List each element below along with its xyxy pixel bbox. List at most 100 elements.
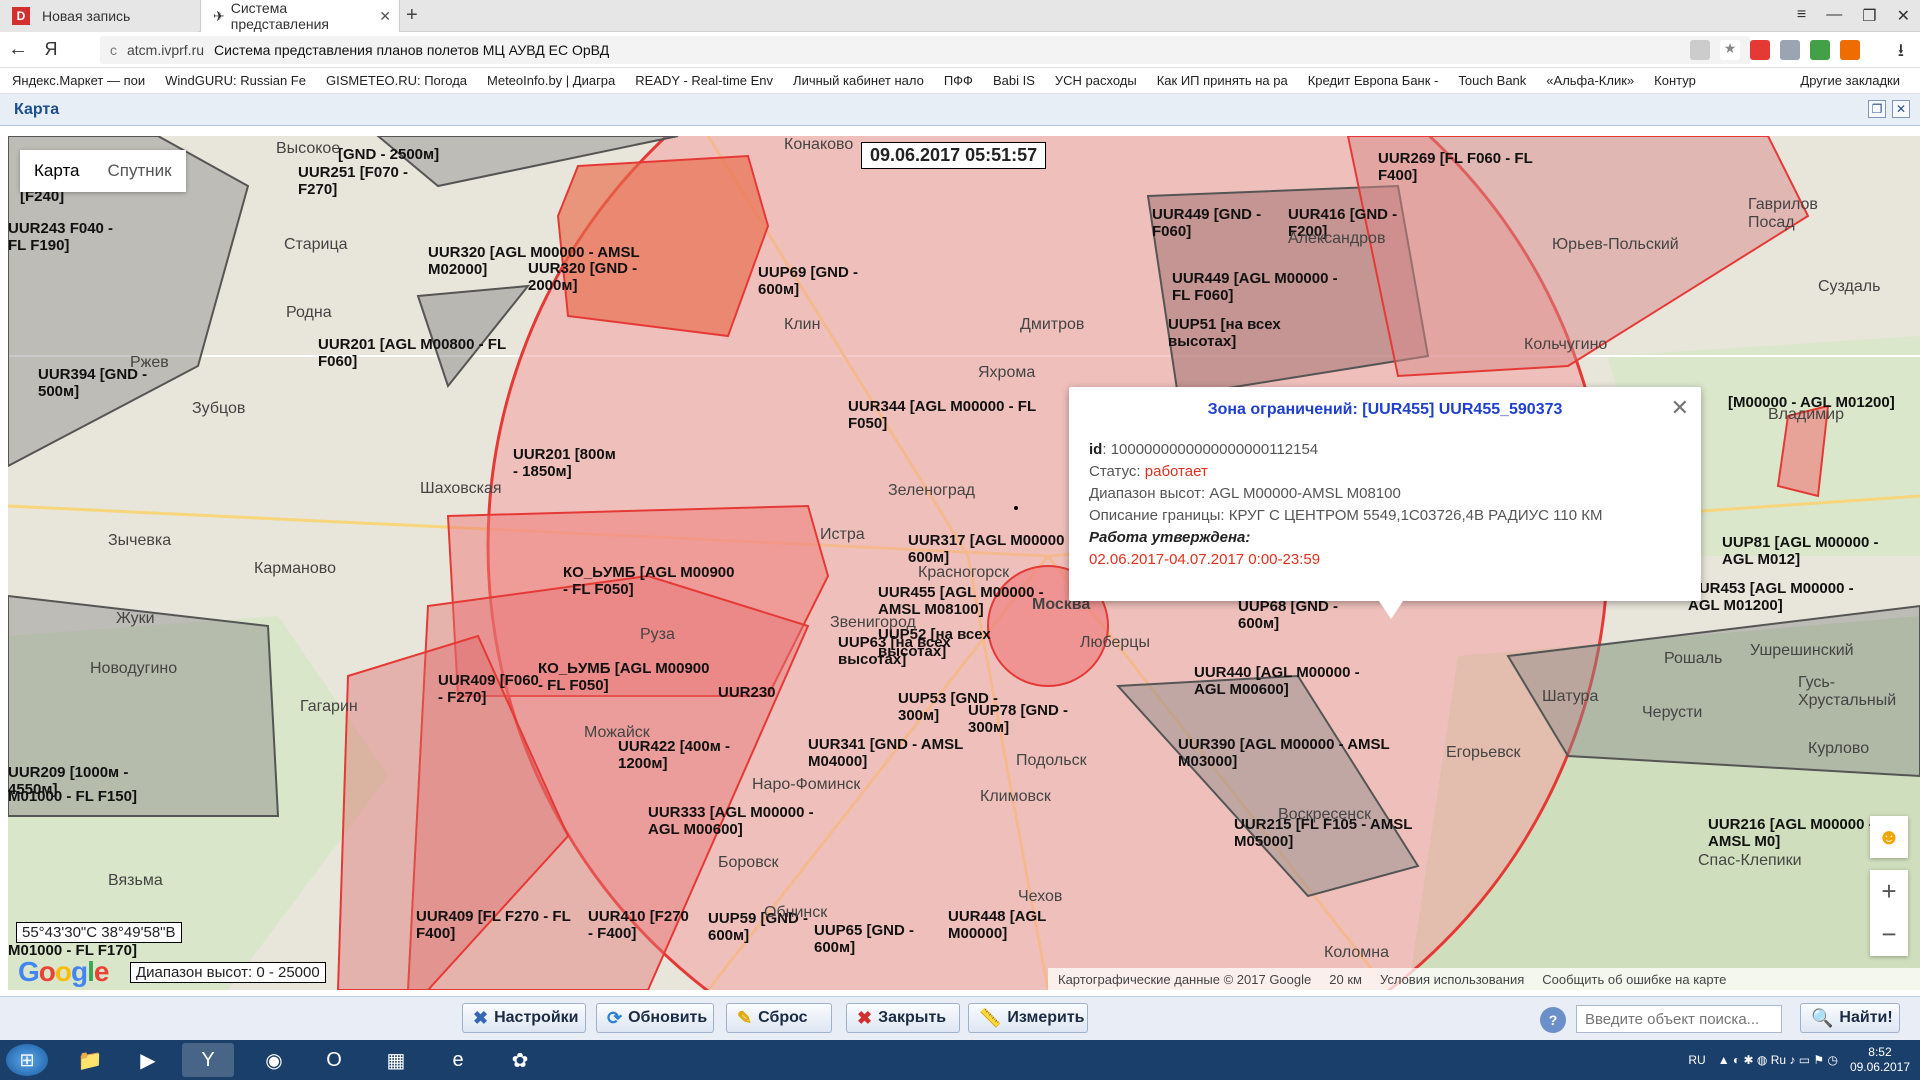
minimize-icon[interactable]: — xyxy=(1826,6,1842,26)
measure-button[interactable]: 📏 Измерить xyxy=(968,1003,1088,1033)
popup-title: Зона ограничений: [UUR455] UUR455_590373 xyxy=(1207,401,1563,418)
close-button[interactable]: ✖ Закрыть xyxy=(846,1003,960,1033)
popup-desc-value: КРУГ С ЦЕНТРОМ 5549,1С03726,4В РАДИУС 11… xyxy=(1228,507,1603,524)
refresh-label: Обновить xyxy=(628,1009,708,1026)
yandex-browser-icon: D xyxy=(12,7,30,25)
popup-desc-label: Описание границы: xyxy=(1089,507,1225,524)
bookmark-page-icon[interactable] xyxy=(1690,40,1710,60)
measure-label: Измерить xyxy=(1007,1009,1085,1026)
settings-label: Настройки xyxy=(494,1009,579,1026)
bookmark-item[interactable]: «Альфа-Клик» xyxy=(1546,73,1634,88)
tray-icons[interactable]: ▲ ◐ ✱ ◍ Ru ♪ ▭ ⚑ ◷ xyxy=(1718,1053,1838,1067)
bookmark-item[interactable]: Как ИП принять на ра xyxy=(1157,73,1288,88)
popup-status-label: Статус: xyxy=(1089,463,1141,480)
zone-gray[interactable] xyxy=(8,594,280,817)
map-type-satellite-button[interactable]: Спутник xyxy=(94,150,186,192)
bookmark-item[interactable]: Touch Bank xyxy=(1458,73,1526,88)
find-button[interactable]: 🔍 Найти! xyxy=(1800,1003,1900,1033)
chrome-icon[interactable]: ◉ xyxy=(248,1043,300,1077)
bookmark-item[interactable]: READY - Real-time Env xyxy=(635,73,773,88)
new-tab-button[interactable]: + xyxy=(406,4,418,27)
yandex-browser-taskbar-icon[interactable]: Y xyxy=(182,1043,234,1077)
clock-date: 09.06.2017 xyxy=(1849,1060,1910,1074)
bookmarks-bar: Яндекс.Маркет — пои WindGURU: Russian Fe… xyxy=(0,68,1920,94)
star-icon[interactable]: ★ xyxy=(1720,40,1740,60)
bookmark-item[interactable]: Личный кабинет нало xyxy=(793,73,924,88)
window-controls: ≡ — ❐ ✕ xyxy=(1797,6,1910,26)
attribution-text: Картографические данные © 2017 Google xyxy=(1058,971,1312,987)
menu-icon[interactable]: ≡ xyxy=(1797,6,1806,26)
extension-icon[interactable] xyxy=(1840,40,1860,60)
media-player-icon[interactable]: ▶ xyxy=(122,1043,174,1077)
explorer-icon[interactable]: 📁 xyxy=(64,1043,116,1077)
bottom-toolbar: ✖ Настройки ⟳ Обновить ✎ Сброс ✖ Закрыть 📏 Из… xyxy=(0,996,1920,1040)
opera-icon[interactable]: O xyxy=(308,1043,360,1077)
reset-button[interactable]: ✎ Сброс xyxy=(726,1003,832,1033)
bookmark-item[interactable]: MeteoInfo.by | Диагра xyxy=(487,73,615,88)
close-label: Закрыть xyxy=(878,1009,947,1026)
tab-label: Новая запись xyxy=(42,8,131,24)
bookmark-item[interactable]: Яндекс.Маркет — пои xyxy=(12,73,145,88)
bookmark-item[interactable]: ПФФ xyxy=(944,73,973,88)
bookmark-item[interactable]: WindGURU: Russian Fe xyxy=(165,73,306,88)
popup-work-value: 02.06.2017-04.07.2017 0:00-23:59 xyxy=(1089,551,1321,568)
ruler-icon: 📏 xyxy=(979,1007,1002,1028)
url-page-title: Система представления планов полетов МЦ … xyxy=(214,42,610,58)
extension-icon[interactable] xyxy=(1810,40,1830,60)
close-popup-icon[interactable]: ✕ xyxy=(1671,395,1689,421)
report-link[interactable]: Сообщить об ошибке на карте xyxy=(1542,972,1726,987)
close-tab-icon[interactable]: ✕ xyxy=(379,8,391,25)
zone-red-uur320[interactable] xyxy=(556,154,770,338)
extension-icon[interactable] xyxy=(1780,40,1800,60)
google-logo: Google xyxy=(18,956,109,987)
terms-link[interactable]: Условия использования xyxy=(1380,972,1524,987)
yandex-logo-icon[interactable]: Я xyxy=(36,39,66,60)
popup-range-row: Диапазон высот: AGL M00000-AMSL M08100 xyxy=(1089,485,1681,502)
taskbar-clock[interactable]: 8:52 09.06.2017 xyxy=(1850,1045,1910,1075)
browser-tab-strip: D Новая запись ✈ Система представления ✕… xyxy=(0,0,1920,32)
tab-system[interactable]: ✈ Система представления ✕ xyxy=(200,0,400,32)
refresh-icon: ⟳ xyxy=(607,1007,623,1028)
refresh-button[interactable]: ⟳ Обновить xyxy=(596,1003,714,1033)
bookmark-item[interactable]: Babi IS xyxy=(993,73,1035,88)
extension-icon[interactable] xyxy=(1750,40,1770,60)
help-icon[interactable]: ? xyxy=(1540,1007,1566,1033)
url-field[interactable]: c atcm.ivprf.ru Система представления пл… xyxy=(100,36,1750,64)
bookmark-item[interactable]: Контур xyxy=(1654,73,1696,88)
popup-status-value: работает xyxy=(1144,463,1208,480)
app-icon[interactable]: ✿ xyxy=(494,1043,546,1077)
back-icon[interactable]: ← xyxy=(0,38,36,61)
zoom-out-icon[interactable]: − xyxy=(1881,919,1896,950)
bookmark-item[interactable]: GISMETEO.RU: Погода xyxy=(326,73,467,88)
reload-icon[interactable]: c xyxy=(110,42,117,58)
close-window-icon[interactable]: ✕ xyxy=(1897,6,1910,26)
other-bookmarks[interactable]: Другие закладки xyxy=(1800,73,1900,88)
zoom-control: + − xyxy=(1870,870,1908,956)
cursor-coordinates: 55°43'30"С 38°49'58"В xyxy=(16,922,182,943)
settings-button[interactable]: ✖ Настройки xyxy=(462,1003,586,1033)
street-view-pegman-icon[interactable]: ☻ xyxy=(1870,816,1908,858)
language-indicator[interactable]: RU xyxy=(1688,1053,1705,1067)
tab-new-record[interactable]: D Новая запись xyxy=(0,0,198,32)
address-bar: ← Я c atcm.ivprf.ru Система представлени… xyxy=(0,32,1920,68)
zoom-in-icon[interactable]: + xyxy=(1881,876,1896,907)
map-canvas[interactable]: UUR251 [F070 - F270] [GND - 2500м] UUR24… xyxy=(8,136,1920,990)
popup-id-label: id xyxy=(1089,441,1103,458)
internet-explorer-icon[interactable]: e xyxy=(432,1043,484,1077)
object-search-input[interactable] xyxy=(1576,1005,1782,1033)
map-type-map-button[interactable]: Карта xyxy=(20,150,94,192)
settings-icon: ✖ xyxy=(473,1007,489,1028)
map-type-switch: Карта Спутник xyxy=(20,150,186,192)
close-panel-icon[interactable]: ✕ xyxy=(1892,100,1910,118)
altitude-range: Диапазон высот: 0 - 25000 xyxy=(130,962,326,983)
bookmark-item[interactable]: УСН расходы xyxy=(1055,73,1137,88)
circle-center-point xyxy=(1014,506,1018,510)
popup-range-value: AGL M00000-AMSL M08100 xyxy=(1209,485,1401,502)
download-icon[interactable]: ⭳ xyxy=(1898,38,1904,68)
restore-panel-icon[interactable]: ❐ xyxy=(1868,100,1886,118)
restore-icon[interactable]: ❐ xyxy=(1862,6,1876,26)
bookmark-item[interactable]: Кредит Европа Банк - xyxy=(1308,73,1439,88)
app-icon[interactable]: ▦ xyxy=(370,1043,422,1077)
url-domain: atcm.ivprf.ru xyxy=(127,42,205,58)
start-button[interactable]: ⊞ xyxy=(6,1044,48,1076)
